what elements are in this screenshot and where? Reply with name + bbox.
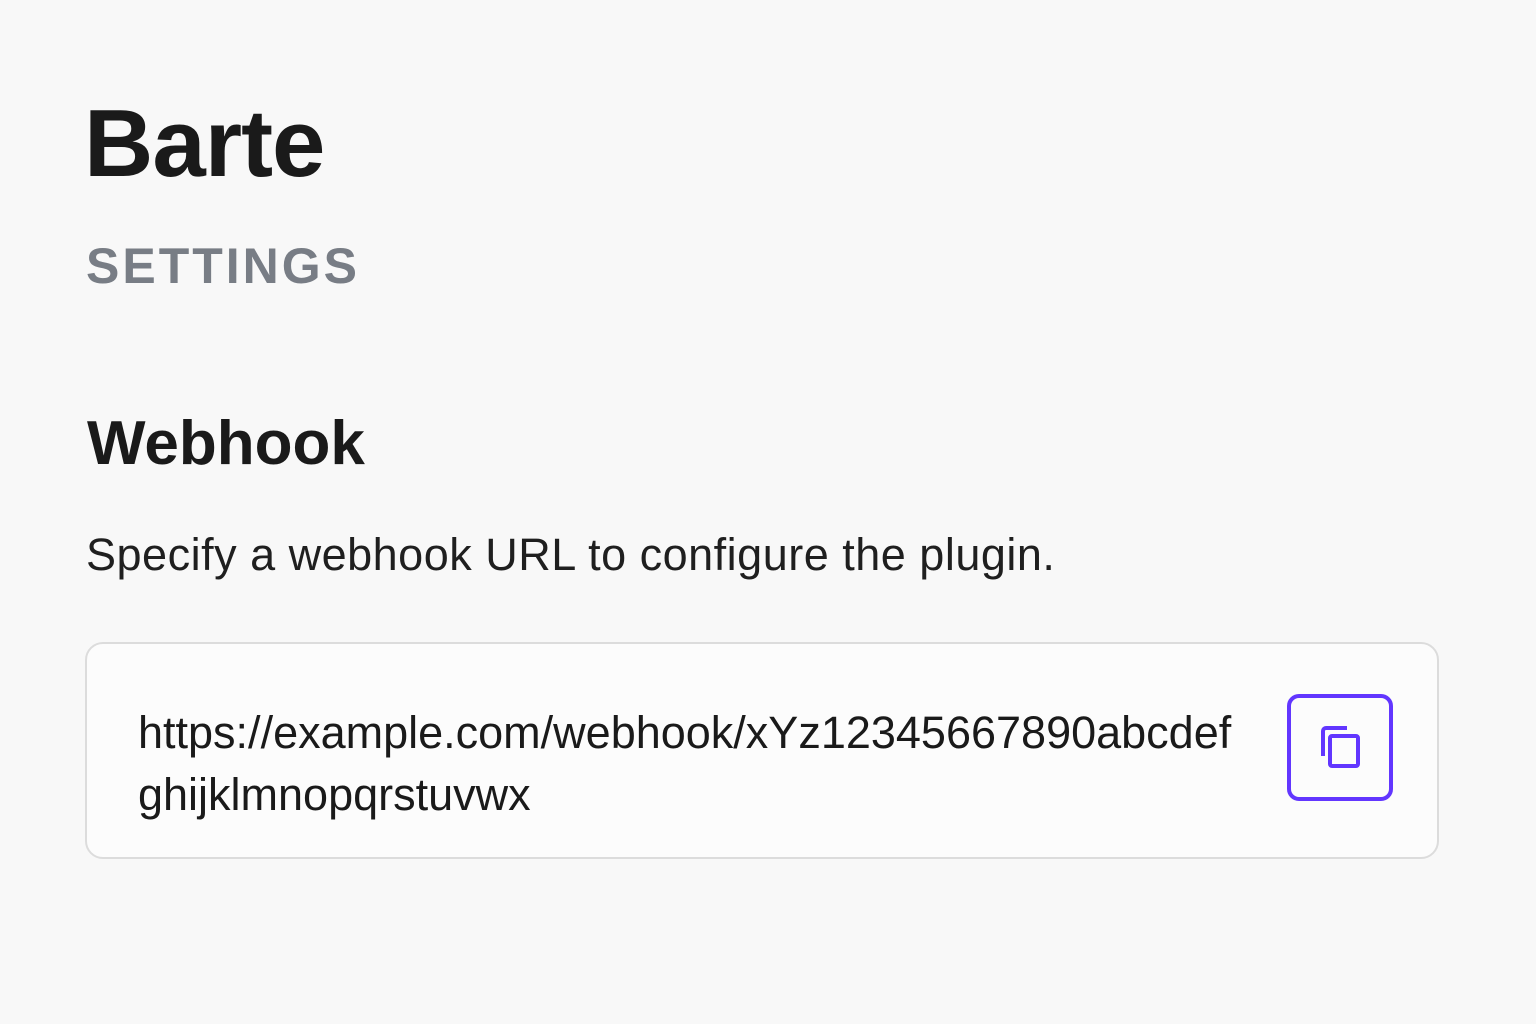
app-title: Barte: [84, 90, 325, 197]
section-label: SETTINGS: [86, 238, 361, 294]
copy-button[interactable]: [1287, 694, 1393, 801]
copy-icon: [1315, 721, 1365, 774]
webhook-heading: Webhook: [87, 409, 365, 478]
webhook-url-field[interactable]: https://example.com/webhook/xYz123456678…: [85, 642, 1439, 859]
webhook-url-value[interactable]: https://example.com/webhook/xYz123456678…: [138, 702, 1248, 826]
webhook-description: Specify a webhook URL to configure the p…: [86, 529, 1056, 580]
